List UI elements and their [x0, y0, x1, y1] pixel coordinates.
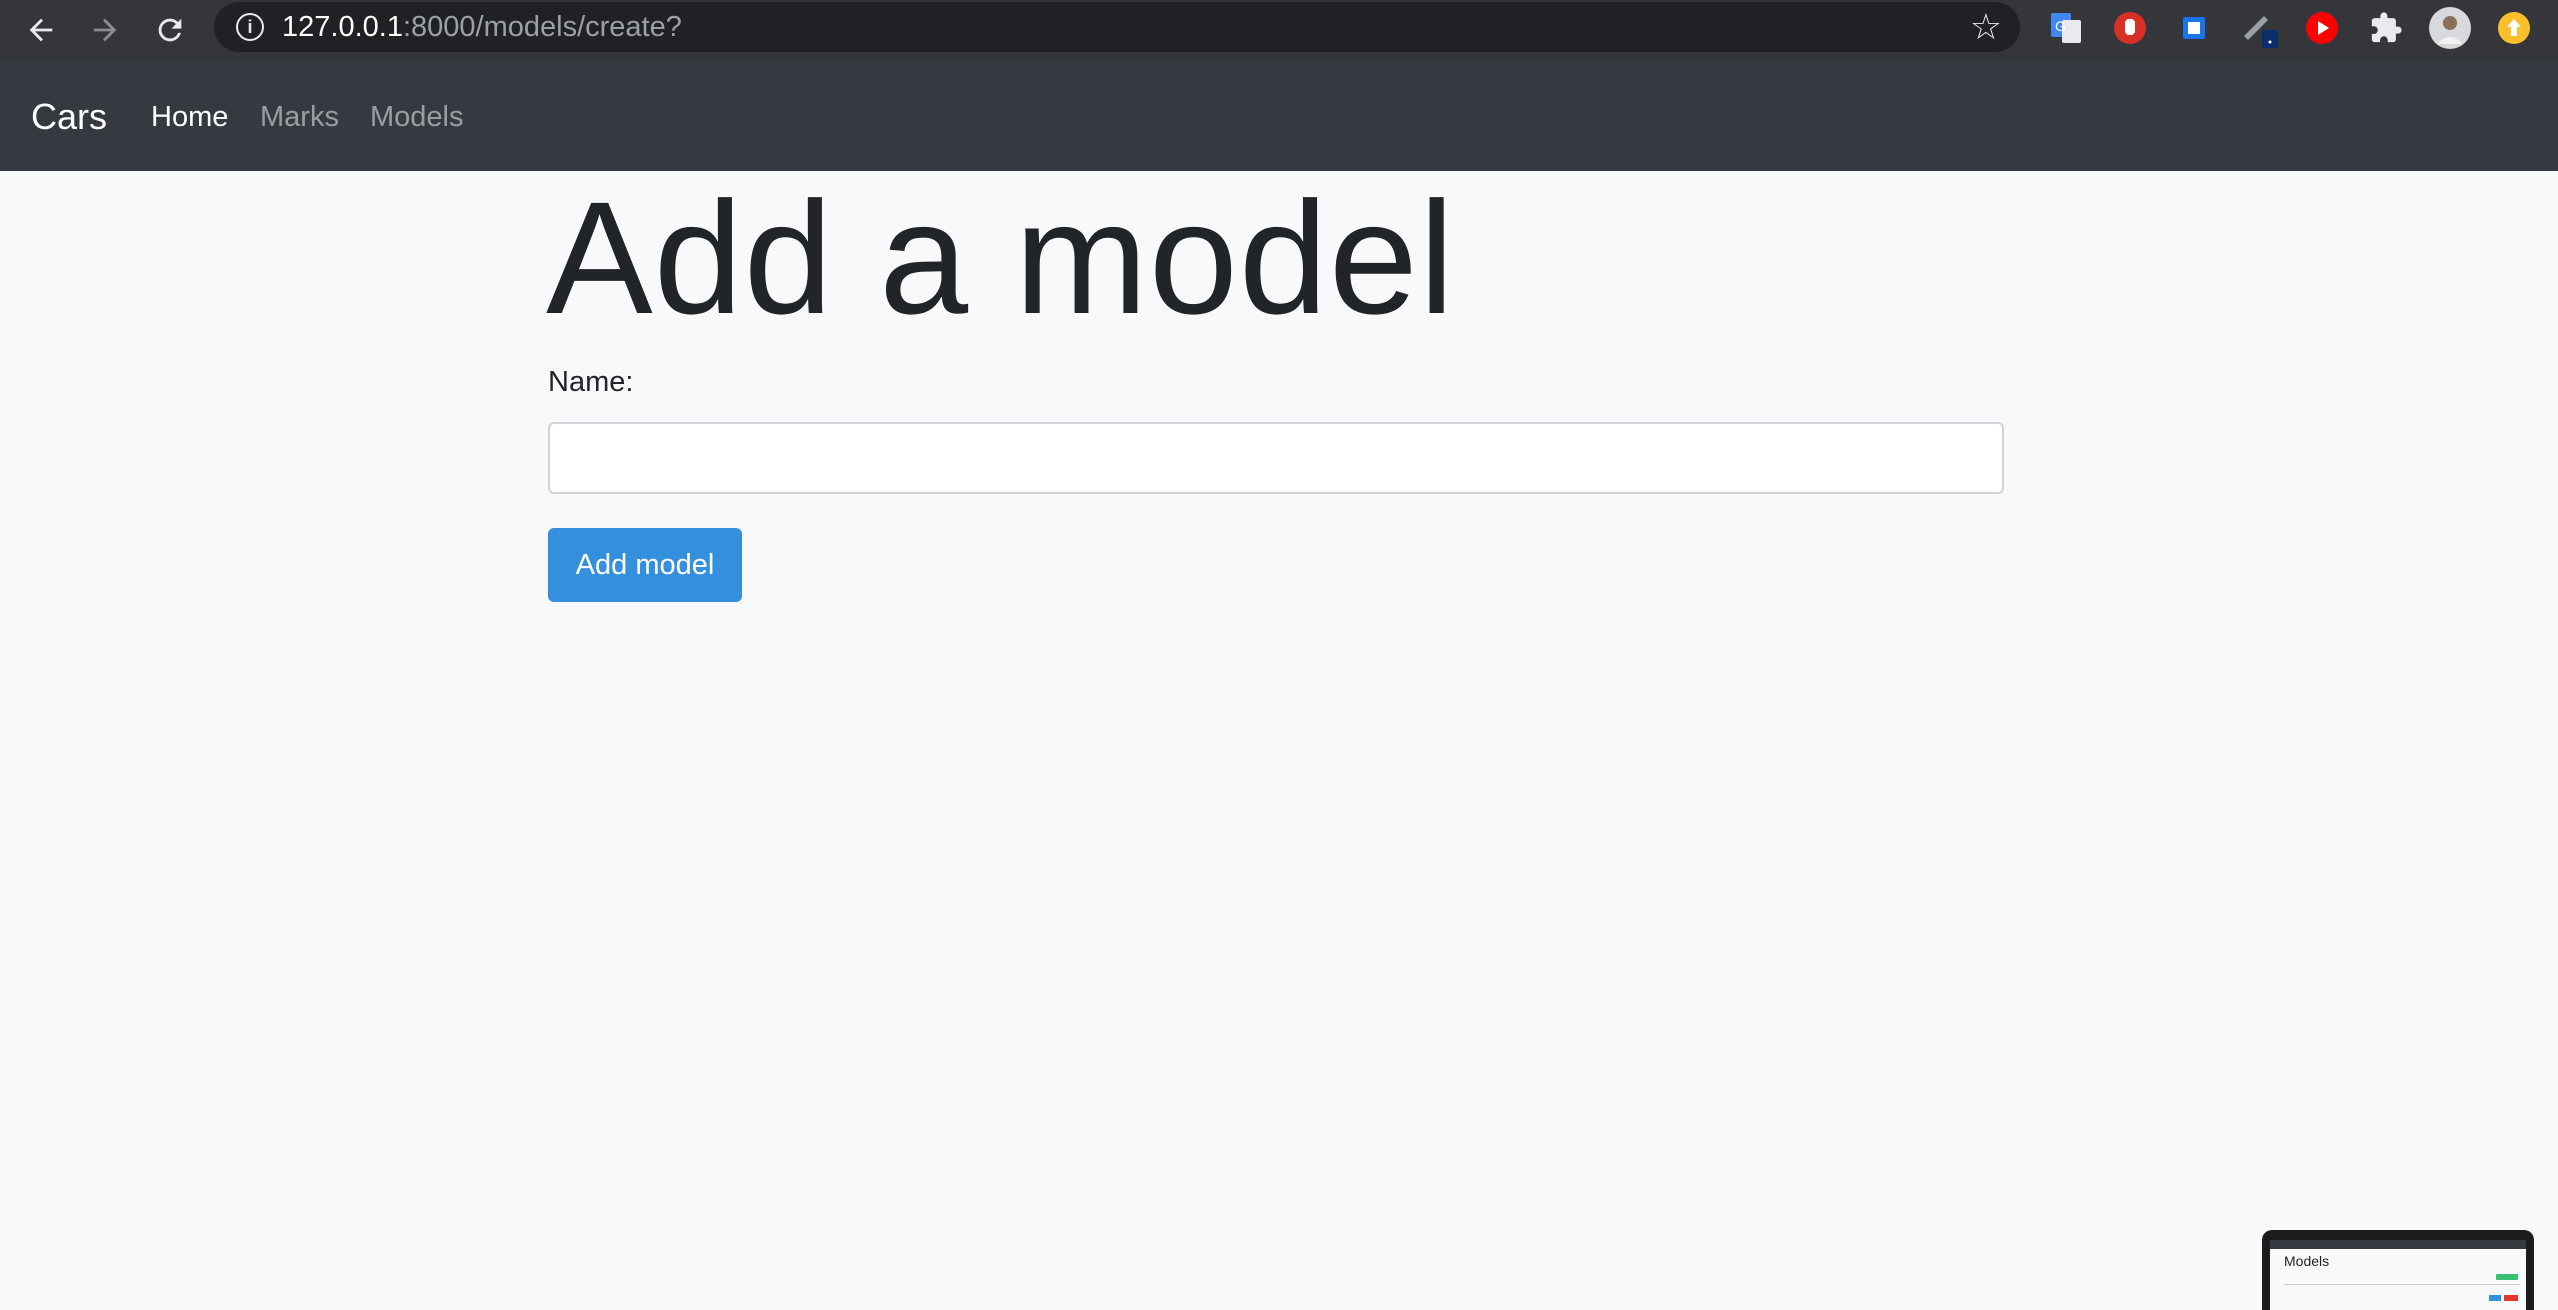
google-translate-icon[interactable]: G: [2044, 6, 2088, 50]
youtube-icon[interactable]: [2300, 6, 2344, 50]
url-text[interactable]: 127.0.0.1:8000/models/create?: [282, 10, 682, 44]
thumbnail-screen: Models: [2270, 1240, 2526, 1310]
info-icon[interactable]: i: [236, 13, 264, 41]
thumbnail-navbar: [2270, 1240, 2526, 1249]
reload-icon[interactable]: [146, 6, 194, 54]
star-icon[interactable]: ☆: [1970, 6, 2002, 48]
browser-toolbar: i 127.0.0.1:8000/models/create? ☆ G: [0, 0, 2558, 60]
update-icon[interactable]: [2492, 6, 2536, 50]
nav-link-models[interactable]: Models: [370, 100, 464, 134]
address-bar[interactable]: i 127.0.0.1:8000/models/create? ☆: [214, 2, 2020, 52]
page-title: Add a model: [546, 168, 1456, 347]
forward-icon[interactable]: [81, 6, 129, 54]
thumbnail-add-button: [2496, 1274, 2518, 1280]
svg-text:G: G: [2055, 18, 2066, 34]
profile-avatar[interactable]: [2428, 6, 2472, 50]
square-icon[interactable]: [2172, 6, 2216, 50]
thumbnail-edit-button: [2489, 1295, 2501, 1301]
app-navbar: Cars Home Marks Models: [0, 60, 2558, 171]
url-path: :8000/models/create?: [402, 11, 682, 43]
navbar-brand[interactable]: Cars: [31, 96, 107, 138]
nav-link-home[interactable]: Home: [151, 100, 228, 134]
back-icon[interactable]: [17, 6, 65, 54]
screenshot-thumbnail[interactable]: Models: [2262, 1230, 2534, 1310]
thumbnail-title: Models: [2284, 1253, 2330, 1269]
add-model-button[interactable]: Add model: [548, 528, 742, 602]
puzzle-icon[interactable]: [2364, 6, 2408, 50]
eyedropper-icon[interactable]: [2236, 6, 2280, 50]
name-label: Name:: [548, 366, 634, 398]
thumbnail-divider: [2284, 1284, 2520, 1285]
nav-link-marks[interactable]: Marks: [260, 100, 339, 134]
name-input[interactable]: [548, 422, 2004, 494]
hand-stop-icon[interactable]: [2108, 6, 2152, 50]
thumbnail-delete-button: [2504, 1295, 2518, 1301]
url-host: 127.0.0.1: [282, 11, 403, 43]
